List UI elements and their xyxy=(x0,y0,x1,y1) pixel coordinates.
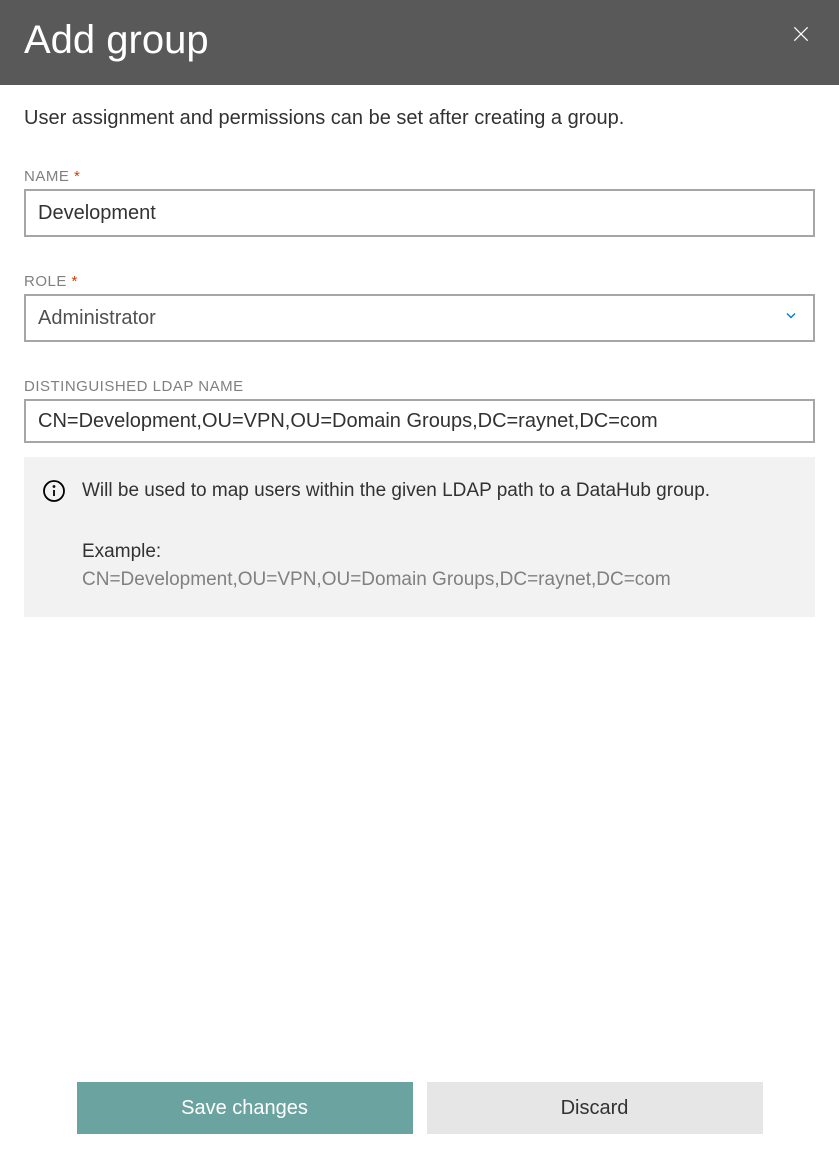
name-input[interactable] xyxy=(24,189,815,237)
ldap-input[interactable] xyxy=(24,399,815,443)
role-select-wrap: Administrator xyxy=(24,294,815,342)
close-button[interactable] xyxy=(789,24,813,48)
dialog-title: Add group xyxy=(24,18,209,63)
name-label-text: NAME xyxy=(24,168,69,185)
role-label: ROLE * xyxy=(24,273,815,290)
dialog-description: User assignment and permissions can be s… xyxy=(24,107,815,130)
role-label-text: ROLE xyxy=(24,273,67,290)
role-select[interactable]: Administrator xyxy=(24,294,815,342)
dialog-header: Add group xyxy=(0,0,839,85)
info-box: Will be used to map users within the giv… xyxy=(24,457,815,617)
dialog-content: User assignment and permissions can be s… xyxy=(0,85,839,1154)
name-label: NAME * xyxy=(24,168,815,185)
info-description: Will be used to map users within the giv… xyxy=(82,477,710,506)
close-icon xyxy=(791,24,811,49)
info-example-label: Example: xyxy=(82,538,710,567)
field-ldap: DISTINGUISHED LDAP NAME xyxy=(24,378,815,443)
info-icon xyxy=(42,479,66,503)
save-button[interactable]: Save changes xyxy=(77,1082,413,1134)
required-indicator: * xyxy=(72,273,78,290)
dialog-footer: Save changes Discard xyxy=(24,1082,815,1154)
info-example-value: CN=Development,OU=VPN,OU=Domain Groups,D… xyxy=(82,566,710,595)
field-role: ROLE * Administrator xyxy=(24,273,815,342)
info-content: Will be used to map users within the giv… xyxy=(82,477,710,595)
discard-button[interactable]: Discard xyxy=(427,1082,763,1134)
ldap-label: DISTINGUISHED LDAP NAME xyxy=(24,378,815,395)
required-indicator: * xyxy=(74,168,80,185)
field-name: NAME * xyxy=(24,168,815,237)
